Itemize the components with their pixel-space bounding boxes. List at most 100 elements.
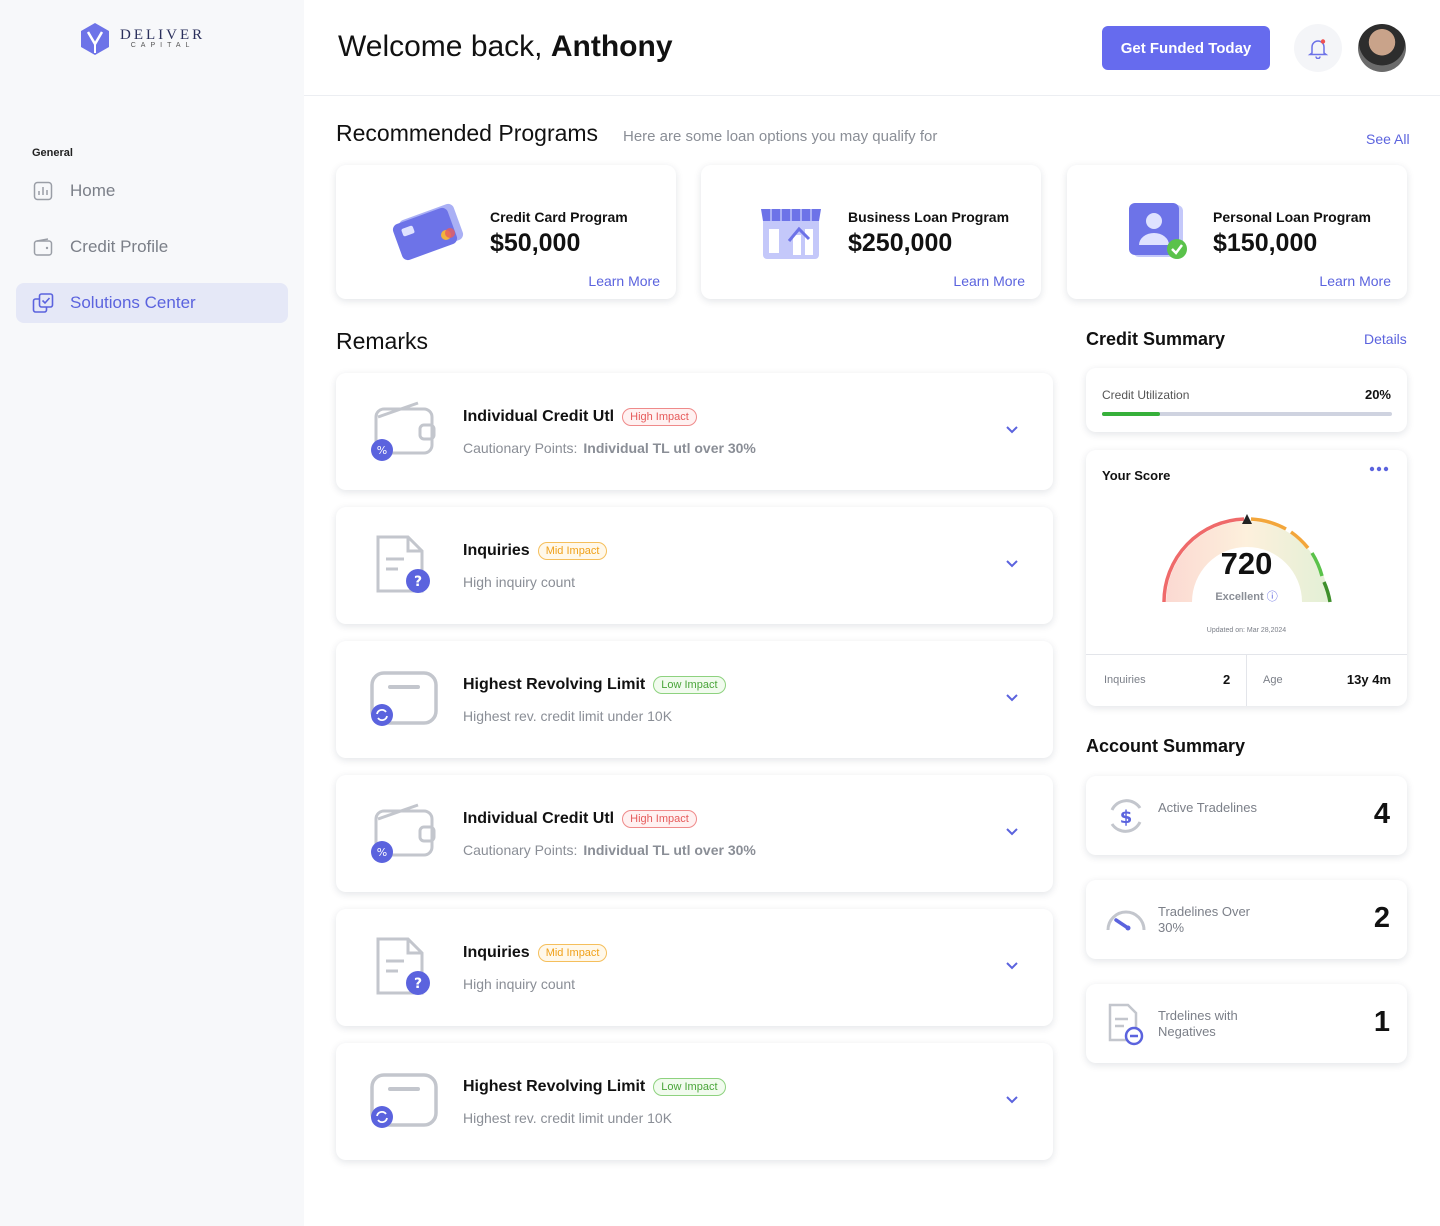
sidebar-item-solutions-center[interactable]: Solutions Center xyxy=(16,283,288,323)
gauge-icon xyxy=(1106,910,1146,931)
program-card[interactable]: Business Loan Program $250,000 Learn Mor… xyxy=(701,165,1041,299)
program-name: Credit Card Program xyxy=(490,209,628,225)
svg-text:?: ? xyxy=(414,574,422,590)
see-all-link[interactable]: See All xyxy=(1366,131,1410,147)
chevron-down-icon[interactable] xyxy=(1005,557,1019,571)
sidebar-item-credit-profile[interactable]: Credit Profile xyxy=(16,227,288,267)
brand-sub: CAPITAL xyxy=(130,42,195,49)
remark-detail: Cautionary Points: Individual TL utl over… xyxy=(463,842,756,858)
remark-card[interactable]: ? Inquiries Mid Impact High inquiry count xyxy=(336,909,1053,1026)
more-icon[interactable] xyxy=(1369,466,1389,472)
wallet-percent-icon: % xyxy=(371,401,436,461)
inquiries-value: 2 xyxy=(1223,672,1231,687)
get-funded-button[interactable]: Get Funded Today xyxy=(1102,26,1270,70)
svg-text:%: % xyxy=(377,846,387,859)
learn-more-link[interactable]: Learn More xyxy=(588,273,660,289)
chart-icon xyxy=(32,180,54,202)
remark-title-text: Individual Credit Utl xyxy=(463,408,615,425)
remark-card[interactable]: Highest Revolving Limit Low Impact Highes… xyxy=(336,641,1053,758)
account-summary-value: 2 xyxy=(1373,902,1390,934)
program-card[interactable]: Personal Loan Program $150,000 Learn Mor… xyxy=(1067,165,1407,299)
chevron-down-icon[interactable] xyxy=(1005,1093,1019,1107)
brand-logo[interactable]: DELIVER CAPITAL xyxy=(80,22,205,56)
program-name: Personal Loan Program xyxy=(1213,209,1371,225)
remark-title-text: Inquiries xyxy=(463,944,530,961)
remark-title-text: Highest Revolving Limit xyxy=(463,676,646,693)
sidebar-item-label: Home xyxy=(70,181,116,200)
score-value: 720 xyxy=(1220,546,1273,581)
dollar-cycle-icon: $ xyxy=(1110,799,1142,833)
impact-badge: High Impact xyxy=(622,810,697,828)
welcome-text: Welcome back, xyxy=(338,30,551,63)
account-summary-item[interactable]: $ Active Tradelines 4 xyxy=(1086,776,1407,855)
account-summary-title: Account Summary xyxy=(1086,736,1246,756)
remark-card[interactable]: ? Inquiries Mid Impact High inquiry count xyxy=(336,507,1053,624)
score-card: Your Score 720 Excellent ⓘ Updated on: M… xyxy=(1086,450,1407,706)
remark-card[interactable]: Highest Revolving Limit Low Impact Highes… xyxy=(336,1043,1053,1160)
recommended-programs-subtitle: Here are some loan options you may quali… xyxy=(623,128,938,145)
sidebar: DELIVER CAPITAL General Home Credit Prof… xyxy=(0,0,304,1226)
svg-text:%: % xyxy=(377,444,387,457)
remark-title: Inquiries Mid Impact xyxy=(463,944,608,962)
remark-title: Highest Revolving Limit Low Impact xyxy=(463,1078,726,1096)
remark-detail: Cautionary Points: Individual TL utl over… xyxy=(463,440,756,456)
score-rating-text: Excellent xyxy=(1215,591,1264,603)
inquiries-label: Inquiries xyxy=(1104,674,1146,686)
remark-title-text: Individual Credit Utl xyxy=(463,810,615,827)
account-summary-label: Trdelines with Negatives xyxy=(1158,1008,1238,1039)
wallet-percent-icon: % xyxy=(371,803,436,863)
notifications-button[interactable] xyxy=(1294,24,1342,72)
remark-prefix: Cautionary Points: xyxy=(463,440,578,456)
program-amount: $250,000 xyxy=(848,229,953,257)
remark-title: Individual Credit Utl High Impact xyxy=(463,408,697,426)
document-question-icon: ? xyxy=(376,535,430,593)
account-summary-label: Active Tradelines xyxy=(1158,800,1257,815)
chevron-down-icon[interactable] xyxy=(1005,825,1019,839)
age-value: 13y 4m xyxy=(1346,672,1391,687)
details-link[interactable]: Details xyxy=(1364,331,1407,347)
sidebar-item-home[interactable]: Home xyxy=(16,171,288,211)
remark-card[interactable]: % Individual Credit Utl High Impact Cauti… xyxy=(336,775,1053,892)
chevron-down-icon[interactable] xyxy=(1005,691,1019,705)
document-minus-icon xyxy=(1108,1003,1144,1046)
wallet-icon xyxy=(32,236,54,258)
impact-badge: Low Impact xyxy=(653,1078,726,1096)
learn-more-link[interactable]: Learn More xyxy=(953,273,1025,289)
avatar[interactable] xyxy=(1358,24,1406,72)
account-summary-item[interactable]: Tradelines Over 30% 2 xyxy=(1086,880,1407,959)
nav-section-label: General xyxy=(32,147,73,159)
impact-badge: Mid Impact xyxy=(537,944,608,962)
remark-title: Individual Credit Utl High Impact xyxy=(463,810,697,828)
remarks-title: Remarks xyxy=(336,328,429,354)
bell-icon xyxy=(1307,39,1329,59)
credit-card-icon xyxy=(392,203,464,261)
card-refresh-icon xyxy=(370,671,438,726)
chevron-down-icon[interactable] xyxy=(1005,959,1019,973)
card-refresh-icon xyxy=(370,1073,438,1128)
learn-more-link[interactable]: Learn More xyxy=(1319,273,1391,289)
remark-detail: High inquiry count xyxy=(463,574,576,590)
account-summary-item[interactable]: Trdelines with Negatives 1 xyxy=(1086,984,1407,1063)
remark-detail: Highest rev. credit limit under 10K xyxy=(463,1110,673,1126)
sidebar-item-label: Solutions Center xyxy=(70,293,196,312)
score-rating: Excellent ⓘ xyxy=(1086,588,1407,604)
remark-card[interactable]: % Individual Credit Utl High Impact Cauti… xyxy=(336,373,1053,490)
info-icon[interactable]: ⓘ xyxy=(1267,591,1278,603)
remark-detail: High inquiry count xyxy=(463,976,576,992)
age-label: Age xyxy=(1263,674,1283,686)
remark-title: Highest Revolving Limit Low Impact xyxy=(463,676,726,694)
svg-text:?: ? xyxy=(414,976,422,992)
solutions-icon xyxy=(32,292,54,314)
program-card[interactable]: Credit Card Program $50,000 Learn More xyxy=(336,165,676,299)
credit-utilization-card: Credit Utilization 20% xyxy=(1086,368,1407,432)
utilization-fill xyxy=(1102,412,1160,416)
chevron-down-icon[interactable] xyxy=(1005,423,1019,437)
remark-detail: Highest rev. credit limit under 10K xyxy=(463,708,673,724)
remark-prefix: Cautionary Points: xyxy=(463,842,578,858)
divider xyxy=(1246,655,1247,706)
sidebar-item-label: Credit Profile xyxy=(70,237,169,256)
credit-summary-title: Credit Summary xyxy=(1086,329,1226,349)
updated-date: Updated on: Mar 28,2024 xyxy=(1206,627,1287,634)
store-icon xyxy=(761,209,821,259)
remark-title-text: Highest Revolving Limit xyxy=(463,1078,646,1095)
